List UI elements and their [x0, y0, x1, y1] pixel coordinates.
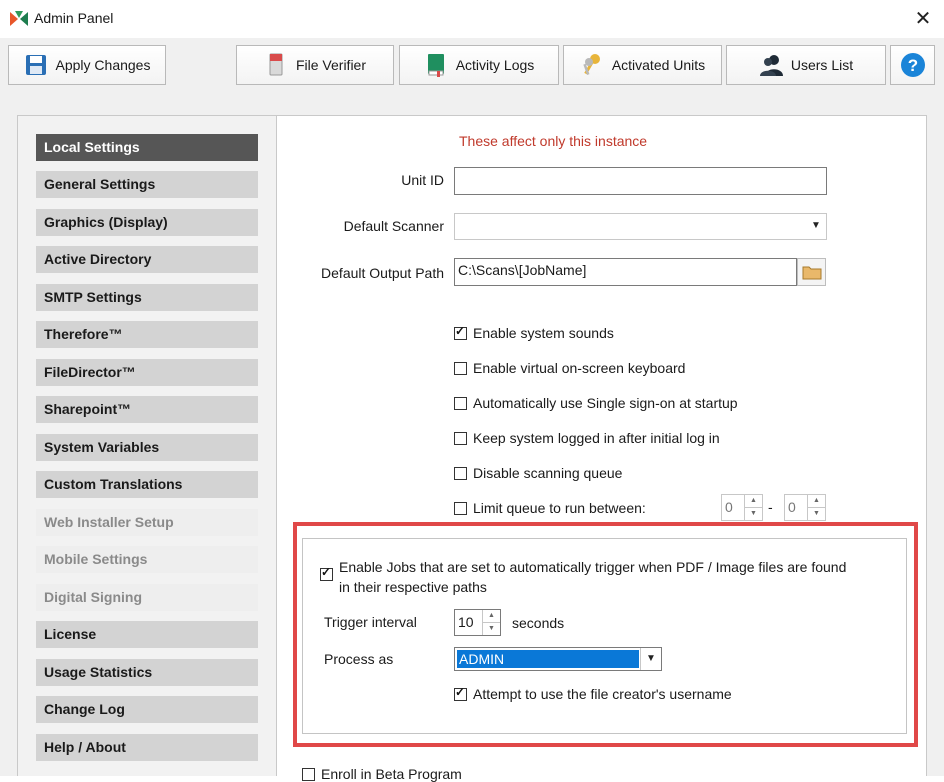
file-verifier-icon	[269, 53, 283, 76]
stepper-down-icon[interactable]: ▼	[808, 508, 825, 520]
sidebar-item-system-variables[interactable]: System Variables	[36, 434, 258, 461]
unit-id-label: Unit ID	[401, 172, 444, 188]
checkbox-label: Disable scanning queue	[473, 465, 623, 481]
queue-to-stepper[interactable]: 0 ▲ ▼	[784, 494, 826, 521]
sidebar-item-active-directory[interactable]: Active Directory	[36, 246, 258, 273]
default-scanner-select[interactable]	[454, 213, 827, 240]
stepper-up-icon[interactable]: ▲	[808, 495, 825, 508]
activated-units-label: Activated Units	[611, 57, 706, 73]
sidebar-item-change-log[interactable]: Change Log	[36, 696, 258, 723]
file-verifier-button[interactable]: File Verifier	[236, 45, 394, 85]
sidebar-item-usage-statistics[interactable]: Usage Statistics	[36, 659, 258, 686]
users-list-label: Users List	[790, 57, 854, 73]
checkbox-box[interactable]	[454, 466, 467, 480]
instance-note: These affect only this instance	[459, 133, 648, 149]
window-title: Admin Panel	[34, 10, 114, 26]
enable-system-sounds-checkbox[interactable]: Enable system sounds	[454, 324, 614, 341]
limit-queue-checkbox[interactable]: Limit queue to run between:	[454, 500, 646, 516]
checkbox-label: Enable system sounds	[473, 325, 614, 341]
queue-to-value: 0	[788, 499, 796, 515]
browse-folder-button[interactable]	[797, 258, 826, 286]
help-icon: ?	[900, 53, 925, 77]
sidebar-item-smtp-settings[interactable]: SMTP Settings	[36, 284, 258, 311]
enable-virtual-keyboard-checkbox[interactable]: Enable virtual on-screen keyboard	[454, 360, 685, 376]
users-icon	[759, 55, 783, 76]
default-scanner-label: Default Scanner	[343, 218, 444, 234]
close-icon[interactable]: ✕	[906, 6, 940, 32]
activity-logs-label: Activity Logs	[455, 57, 535, 73]
checkbox-box[interactable]	[454, 431, 467, 445]
checkbox-label: Limit queue to run between:	[473, 500, 646, 516]
default-output-path-input[interactable]: C:\Scans\[JobName]	[454, 258, 797, 286]
toolbar: Apply Changes File Verifier Activity Log…	[0, 38, 944, 104]
sidebar-item-mobile-settings: Mobile Settings	[36, 546, 258, 573]
checkbox-label: Automatically use Single sign-on at star…	[473, 395, 738, 411]
sidebar-item-help-about[interactable]: Help / About	[36, 734, 258, 761]
checkbox-label: Keep system logged in after initial log …	[473, 430, 720, 446]
keys-icon	[583, 54, 600, 75]
unit-id-input[interactable]	[454, 167, 827, 195]
users-list-button[interactable]: Users List	[726, 45, 886, 85]
sidebar-item-therefore[interactable]: Therefore™	[36, 321, 258, 348]
sidebar-item-digital-signing: Digital Signing	[36, 584, 258, 611]
stepper-down-icon[interactable]: ▼	[745, 508, 762, 520]
sidebar-item-general-settings[interactable]: General Settings	[36, 171, 258, 198]
save-icon	[25, 55, 46, 75]
stepper-buttons: ▲ ▼	[807, 495, 825, 520]
checkbox-box[interactable]	[454, 396, 467, 410]
title-bar: Admin Panel ✕	[0, 0, 944, 38]
apply-changes-label: Apply Changes	[55, 57, 151, 73]
sidebar-item-local-settings[interactable]: Local Settings	[36, 134, 258, 161]
queue-from-stepper[interactable]: 0 ▲ ▼	[721, 494, 763, 521]
help-button[interactable]: ?	[890, 45, 935, 85]
chevron-down-icon[interactable]: ▼	[806, 216, 826, 236]
sidebar-item-sharepoint[interactable]: Sharepoint™	[36, 396, 258, 423]
checkbox-label: Enable virtual on-screen keyboard	[473, 360, 686, 376]
default-output-path-label: Default Output Path	[321, 265, 444, 281]
apply-changes-button[interactable]: Apply Changes	[8, 45, 166, 85]
checkbox-box[interactable]	[454, 501, 467, 515]
sidebar-item-graphics[interactable]: Graphics (Display)	[36, 209, 258, 236]
checkbox-box[interactable]	[302, 767, 315, 781]
single-sign-on-checkbox[interactable]: Automatically use Single sign-on at star…	[454, 395, 738, 411]
book-icon	[427, 54, 444, 77]
folder-icon	[802, 266, 821, 280]
queue-from-value: 0	[725, 499, 733, 515]
file-verifier-label: File Verifier	[295, 57, 367, 73]
stepper-up-icon[interactable]: ▲	[745, 495, 762, 508]
sidebar-item-filedirector[interactable]: FileDirector™	[36, 359, 258, 386]
sidebar-item-web-installer-setup: Web Installer Setup	[36, 509, 258, 536]
disable-scanning-queue-checkbox[interactable]: Disable scanning queue	[454, 465, 622, 481]
sidebar-item-custom-translations[interactable]: Custom Translations	[36, 471, 258, 498]
stepper-buttons: ▲ ▼	[744, 495, 762, 520]
keep-logged-in-checkbox[interactable]: Keep system logged in after initial log …	[454, 430, 720, 446]
queue-separator: -	[768, 499, 773, 515]
app-logo-icon	[10, 11, 28, 26]
enroll-beta-checkbox[interactable]: Enroll in Beta Program	[302, 766, 462, 782]
checkbox-label: Enroll in Beta Program	[321, 766, 462, 782]
activity-logs-button[interactable]: Activity Logs	[399, 45, 559, 85]
activated-units-button[interactable]: Activated Units	[563, 45, 722, 85]
highlight-frame	[293, 522, 918, 747]
checkbox-box[interactable]	[454, 361, 467, 375]
svg-text:?: ?	[907, 56, 917, 75]
checkbox-box[interactable]	[454, 324, 467, 340]
sidebar-item-license[interactable]: License	[36, 621, 258, 648]
